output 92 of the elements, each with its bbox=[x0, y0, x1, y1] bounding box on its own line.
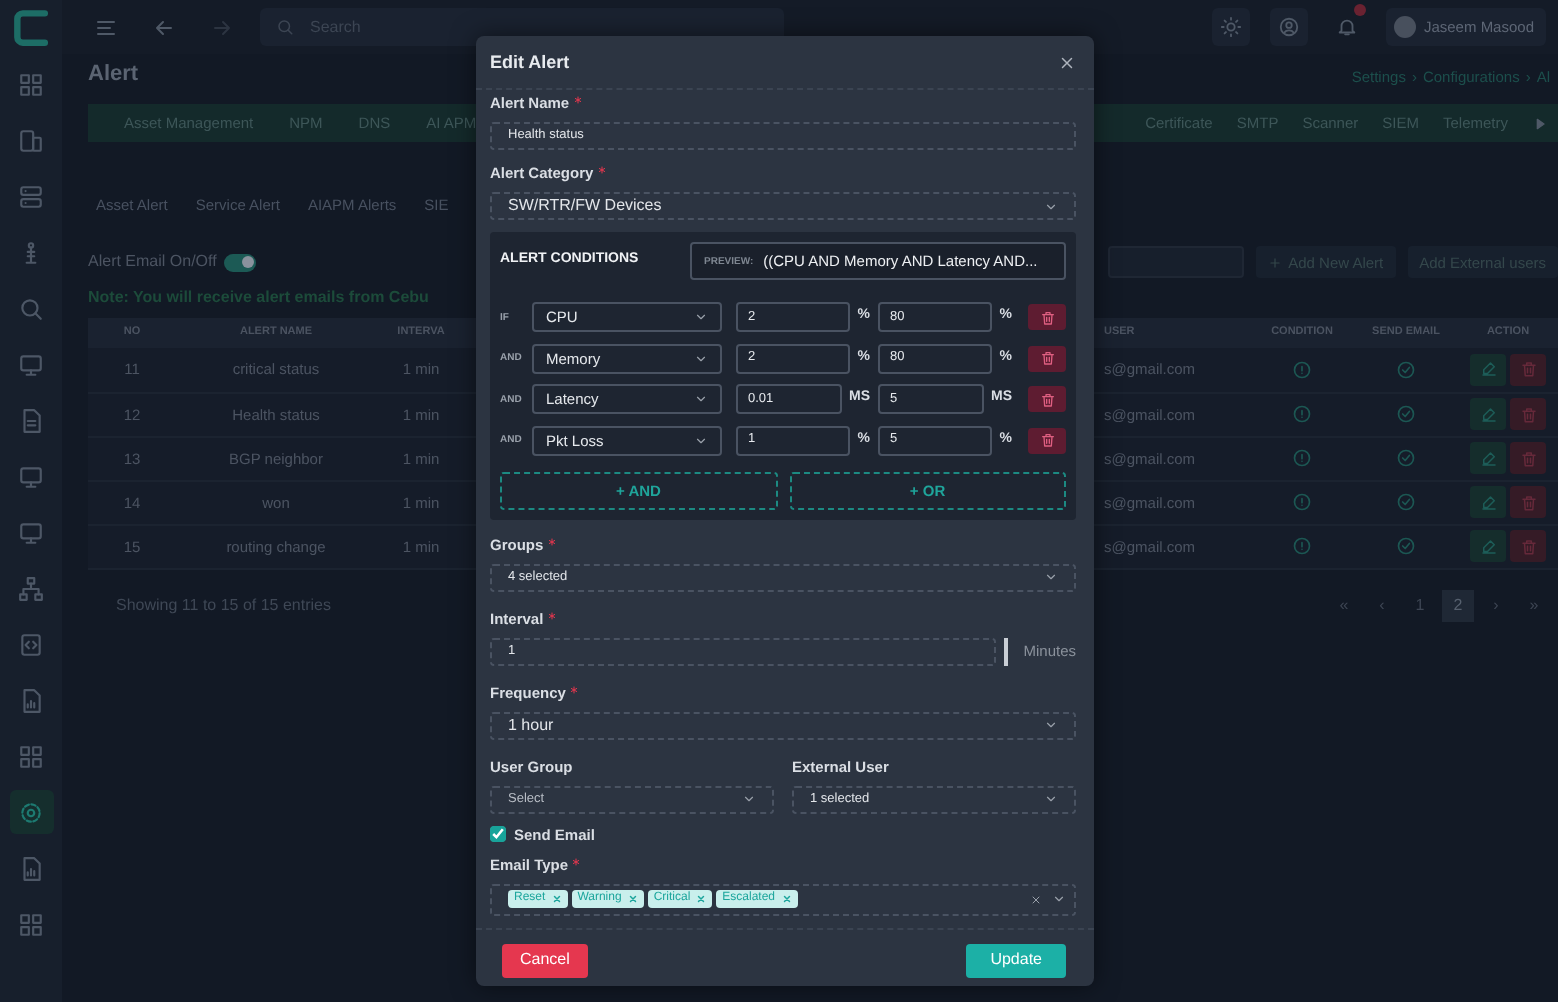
grid-icon bbox=[18, 743, 44, 769]
close-button[interactable] bbox=[1058, 53, 1076, 71]
chevron-down-icon bbox=[694, 310, 708, 324]
trash-icon bbox=[1519, 405, 1537, 423]
edit-button[interactable] bbox=[1470, 442, 1506, 474]
check-circle-icon bbox=[1396, 404, 1416, 424]
chevron-down-icon bbox=[1044, 792, 1058, 806]
delete-button[interactable] bbox=[1028, 304, 1066, 330]
plus-icon bbox=[1268, 255, 1283, 269]
info-icon bbox=[1292, 536, 1312, 556]
chevron-down-icon bbox=[694, 392, 708, 406]
edit-icon bbox=[1479, 493, 1497, 511]
edit-button[interactable] bbox=[1470, 353, 1506, 386]
info-icon bbox=[1292, 359, 1312, 380]
trash-icon bbox=[1519, 360, 1537, 379]
email-toggle[interactable] bbox=[224, 253, 257, 271]
clear-icon bbox=[1030, 893, 1042, 905]
user-circle-icon bbox=[1277, 16, 1300, 38]
monitor-icon bbox=[18, 519, 44, 545]
close-icon bbox=[1058, 53, 1076, 71]
check-circle-icon bbox=[1396, 536, 1416, 556]
server-icon bbox=[18, 183, 44, 209]
trash-icon bbox=[1039, 350, 1055, 366]
delete-button[interactable] bbox=[1028, 386, 1066, 412]
select-field[interactable]: 1 hour bbox=[490, 711, 1076, 739]
sidebar-item[interactable] bbox=[9, 790, 53, 834]
toggle-label: Alert Email On/Off bbox=[88, 252, 217, 272]
search-icon bbox=[276, 18, 294, 36]
sun-icon bbox=[1219, 16, 1242, 38]
chevron-down-icon bbox=[1044, 718, 1058, 732]
update-button[interactable]: Update bbox=[966, 943, 1066, 977]
bell-icon bbox=[1335, 16, 1358, 38]
edit-icon bbox=[1479, 405, 1497, 423]
chart-icon bbox=[18, 687, 44, 713]
devices-icon bbox=[18, 127, 44, 153]
back-icon bbox=[151, 15, 175, 39]
page-title: Alert bbox=[88, 62, 139, 90]
select-field[interactable]: SW/RTR/FW Devices bbox=[490, 192, 1076, 220]
network-icon bbox=[18, 575, 44, 601]
grid-icon bbox=[18, 71, 44, 97]
chevron-down-icon bbox=[1052, 892, 1066, 906]
cancel-button[interactable]: Cancel bbox=[502, 943, 588, 977]
trash-icon bbox=[1039, 391, 1055, 407]
delete-button[interactable] bbox=[1028, 427, 1066, 453]
edit-icon bbox=[1479, 360, 1497, 379]
edit-icon bbox=[1479, 449, 1497, 467]
theme-button[interactable] bbox=[1211, 8, 1250, 46]
forward-icon bbox=[209, 15, 233, 39]
page-button[interactable]: 2 bbox=[1442, 589, 1474, 621]
chevron-down-icon bbox=[694, 351, 708, 365]
trash-icon bbox=[1519, 493, 1537, 511]
document-icon bbox=[18, 407, 44, 433]
menu-icon bbox=[93, 15, 117, 39]
monitor-icon bbox=[18, 463, 44, 489]
chart-icon bbox=[18, 855, 44, 881]
trash-icon bbox=[1039, 432, 1055, 448]
chevron-down-icon bbox=[694, 433, 708, 447]
field-value: SW/RTR/FW Devices bbox=[508, 196, 662, 216]
profile-button[interactable] bbox=[1269, 8, 1308, 46]
pagination-button[interactable]: ‹ bbox=[1366, 589, 1398, 621]
chevron-down-icon bbox=[742, 792, 756, 806]
check-circle-icon bbox=[1396, 492, 1416, 512]
field-value: 1 hour bbox=[508, 715, 554, 735]
code-icon bbox=[18, 631, 44, 657]
info-icon bbox=[1292, 492, 1312, 512]
grid-icon bbox=[18, 911, 44, 937]
send-email-checkbox[interactable] bbox=[490, 826, 506, 842]
trash-icon bbox=[1519, 449, 1537, 467]
chevron-down-icon bbox=[1044, 570, 1058, 584]
notification-badge bbox=[1353, 4, 1366, 16]
search-icon bbox=[18, 295, 44, 321]
info-icon bbox=[1292, 448, 1312, 468]
info-icon bbox=[1292, 404, 1312, 424]
monitor-icon bbox=[18, 351, 44, 377]
avatar bbox=[1393, 16, 1416, 38]
dialog-title: Edit Alert bbox=[490, 51, 570, 73]
logo-icon bbox=[9, 6, 53, 50]
pagination-button[interactable]: › bbox=[1480, 589, 1512, 621]
delete-button[interactable] bbox=[1028, 345, 1066, 371]
edit-button[interactable] bbox=[1470, 486, 1506, 518]
chevron-down-icon bbox=[1044, 199, 1058, 213]
edit-icon bbox=[1479, 537, 1497, 555]
pagination-button[interactable]: » bbox=[1518, 589, 1550, 621]
pagination-button[interactable]: « bbox=[1328, 589, 1360, 621]
check-circle-icon bbox=[1396, 359, 1416, 380]
settings-icon bbox=[18, 799, 44, 825]
play-icon bbox=[1531, 115, 1547, 131]
edit-button[interactable] bbox=[1470, 398, 1506, 430]
trash-icon bbox=[1039, 309, 1055, 325]
trash-icon bbox=[1519, 537, 1537, 555]
check-circle-icon bbox=[1396, 448, 1416, 468]
edit-button[interactable] bbox=[1470, 530, 1506, 562]
